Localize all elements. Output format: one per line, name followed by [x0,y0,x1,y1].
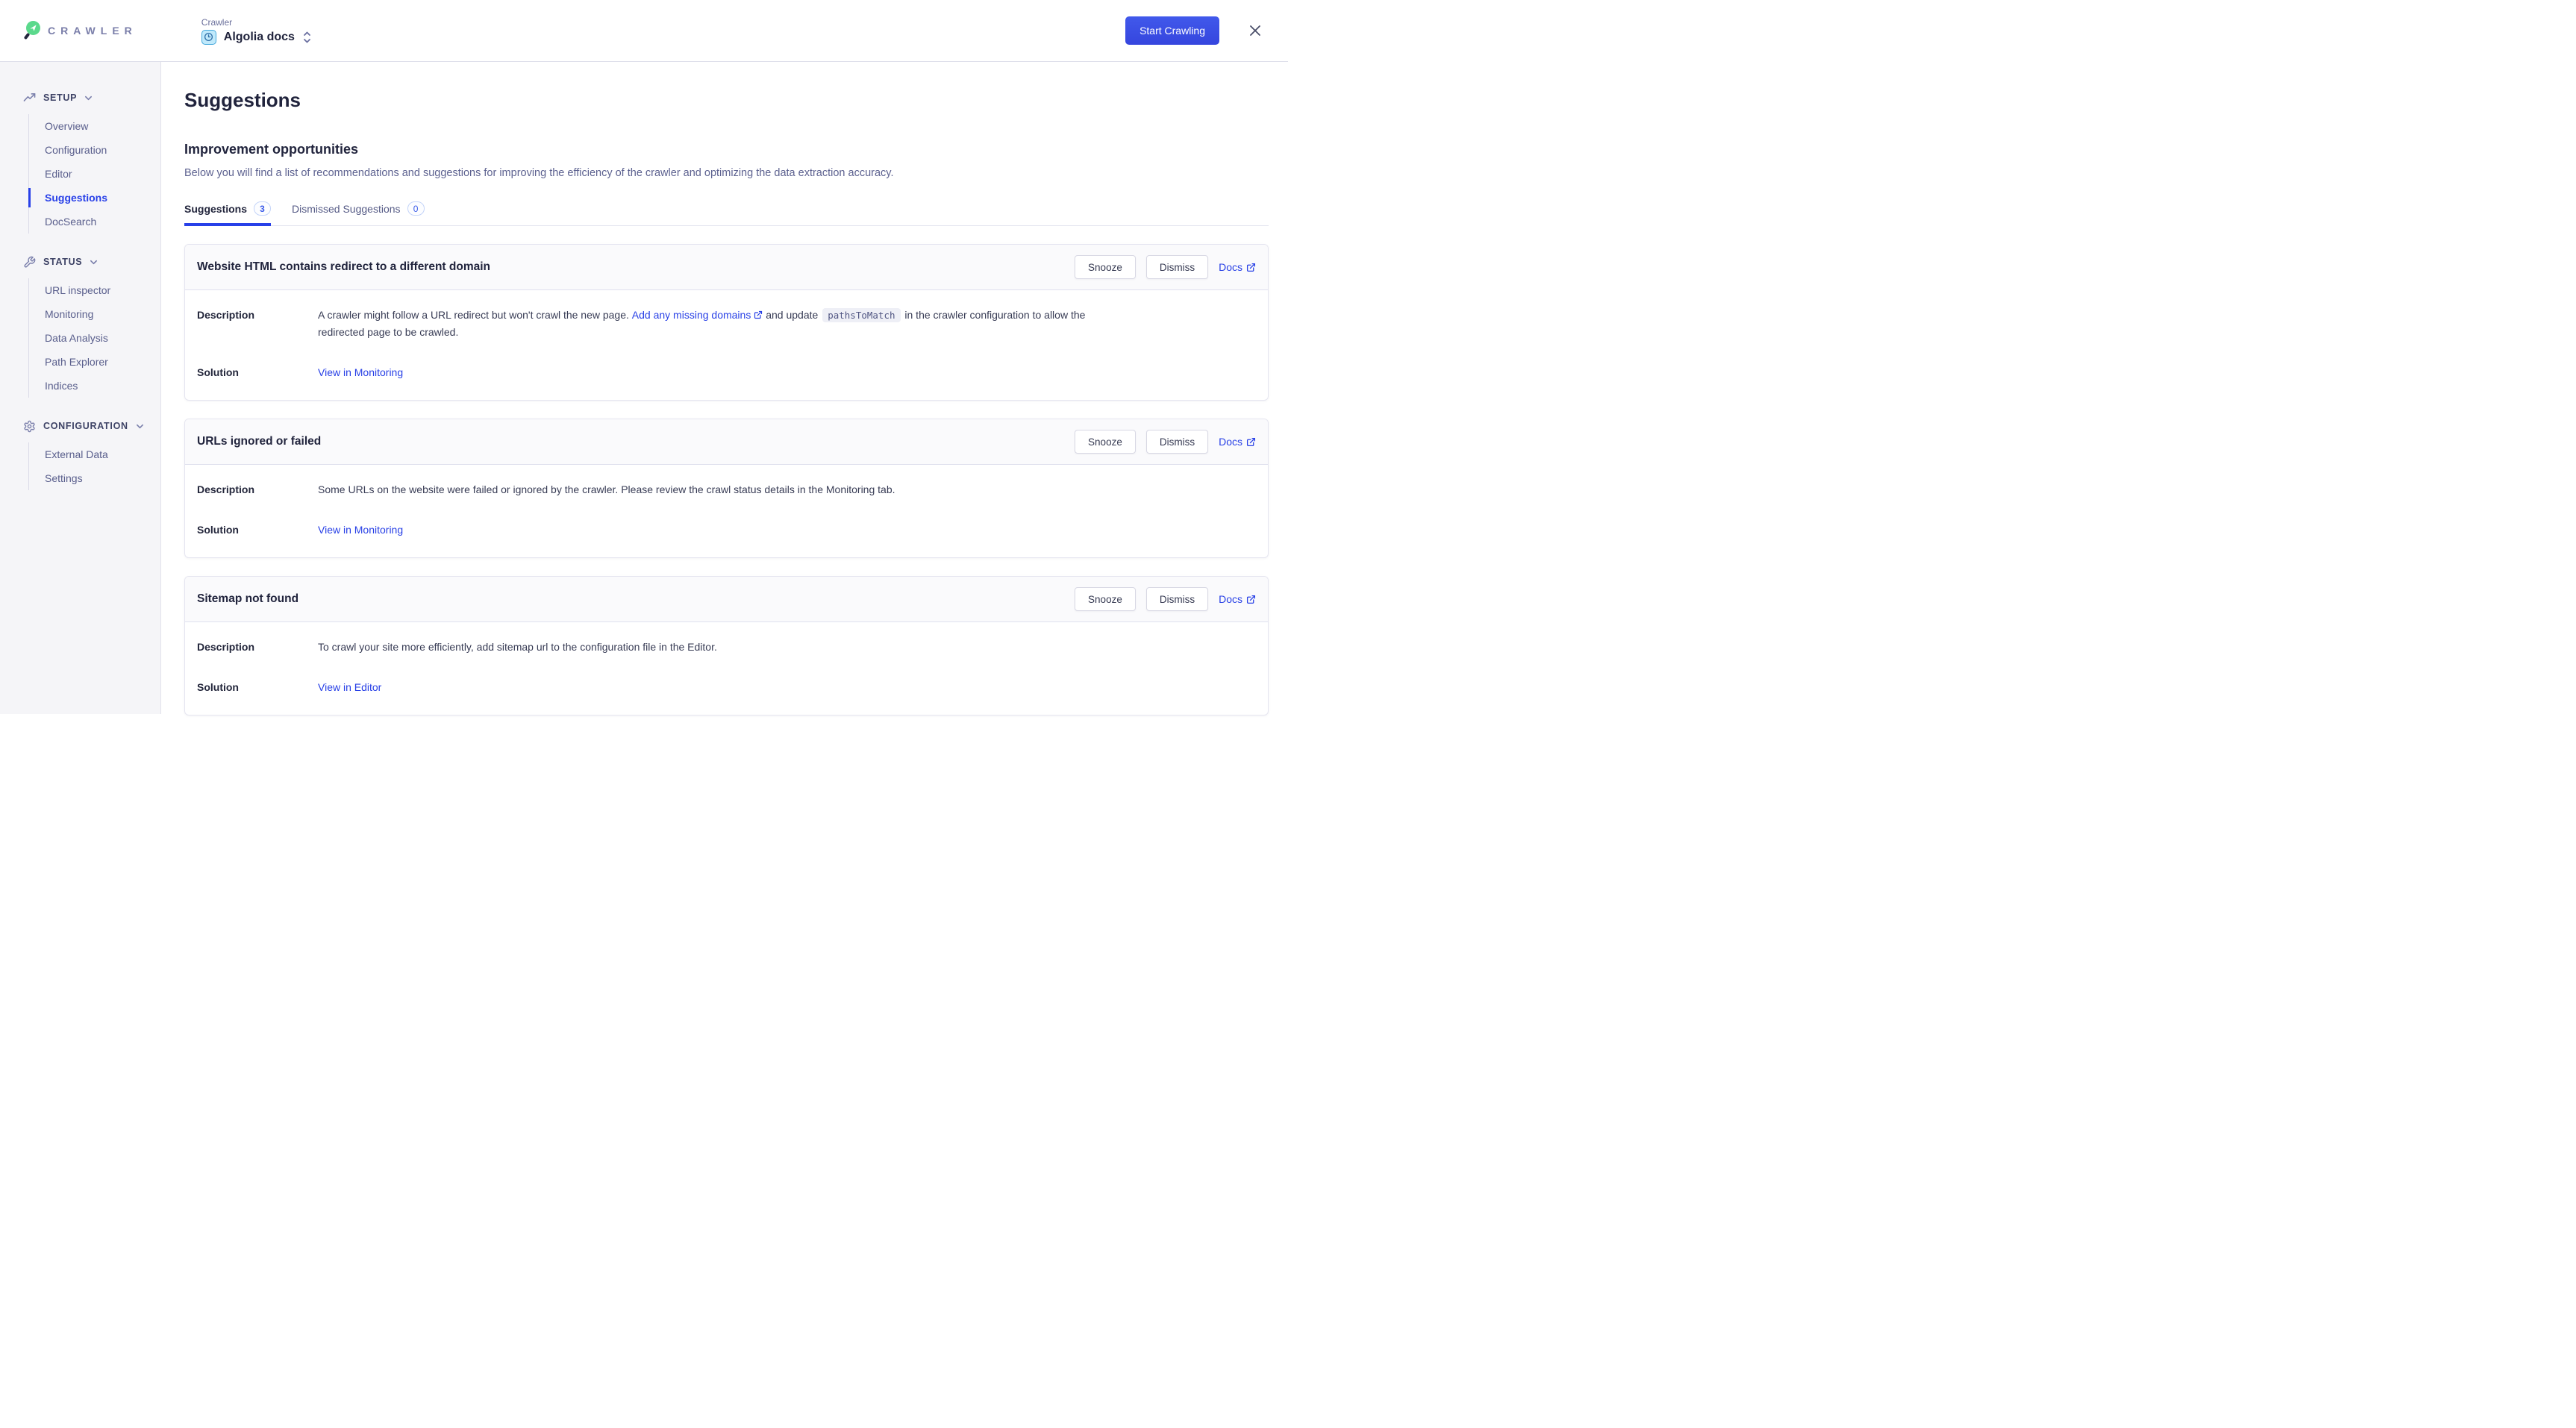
snooze-button[interactable]: Snooze [1075,255,1136,279]
wrench-icon [23,256,36,269]
page-title: Suggestions [184,89,1269,112]
sidebar-section-setup: SETUP Overview Configuration Editor Sugg… [0,89,160,234]
start-crawling-button[interactable]: Start Crawling [1125,16,1219,45]
sidebar-section-status: STATUS URL inspector Monitoring Data Ana… [0,253,160,398]
sidebar-section-title: CONFIGURATION [43,421,128,431]
tab-label: Suggestions [184,203,247,215]
sidebar-section-configuration-header[interactable]: CONFIGURATION [0,417,160,435]
external-link-icon [1246,437,1256,447]
crawler-app: CRAWLER Crawler Algolia docs Start Cra [0,0,1288,714]
improvement-opportunities-title: Improvement opportunities [184,142,1269,157]
logo-wordmark: CRAWLER [48,25,137,37]
snooze-button[interactable]: Snooze [1075,587,1136,611]
description-label: Description [197,481,318,498]
sidebar-item-url-inspector[interactable]: URL inspector [45,278,160,302]
docs-link[interactable]: Docs [1219,593,1256,605]
sidebar-section-setup-header[interactable]: SETUP [0,89,160,107]
sidebar-item-docsearch[interactable]: DocSearch [45,210,160,234]
sidebar-section-configuration: CONFIGURATION External Data Settings [0,417,160,490]
selected-crawler-name: Algolia docs [224,31,295,44]
close-icon [1249,25,1261,37]
description-label: Description [197,639,318,655]
sidebar-item-path-explorer[interactable]: Path Explorer [45,350,160,374]
chevron-down-icon [90,258,98,266]
external-link-icon [1246,595,1256,604]
tab-label: Dismissed Suggestions [292,203,401,215]
external-link-icon [754,310,763,319]
add-missing-domains-link[interactable]: Add any missing domains [632,307,763,323]
description-text: To crawl your site more efficiently, add… [318,639,1101,655]
crawler-selector-label: Crawler [201,17,312,28]
sidebar-item-overview[interactable]: Overview [45,114,160,138]
sidebar-item-suggestions[interactable]: Suggestions [45,186,160,210]
crawler-pin-icon [24,21,40,40]
close-button[interactable] [1248,23,1263,38]
crawler-logo[interactable]: CRAWLER [24,21,137,40]
suggestion-card-redirect: Website HTML contains redirect to a diff… [184,244,1269,401]
card-title: URLs ignored or failed [197,435,321,448]
suggestion-card-urls-ignored: URLs ignored or failed Snooze Dismiss Do… [184,419,1269,558]
select-chevrons-icon [302,30,312,45]
section-description: Below you will find a list of recommenda… [184,167,1269,179]
card-title: Sitemap not found [197,592,298,606]
view-in-monitoring-link[interactable]: View in Monitoring [318,522,403,538]
solution-label: Solution [197,679,318,695]
solution-label: Solution [197,364,318,381]
sidebar-item-indices[interactable]: Indices [45,374,160,398]
docs-link[interactable]: Docs [1219,436,1256,448]
suggestion-card-sitemap: Sitemap not found Snooze Dismiss Docs [184,576,1269,715]
sidebar-item-external-data[interactable]: External Data [45,442,160,466]
description-text: A crawler might follow a URL redirect bu… [318,307,1101,340]
gear-icon [23,420,36,433]
main-content: Suggestions Improvement opportunities Be… [161,62,1288,714]
dismiss-button[interactable]: Dismiss [1146,430,1208,454]
sidebar-item-monitoring[interactable]: Monitoring [45,302,160,326]
sidebar-section-title: STATUS [43,257,82,267]
solution-label: Solution [197,522,318,538]
dismiss-button[interactable]: Dismiss [1146,255,1208,279]
sidebar-section-title: SETUP [43,93,77,103]
paths-to-match-code: pathsToMatch [822,308,900,322]
suggestions-tabbar: Suggestions 3 Dismissed Suggestions 0 [184,201,1269,226]
docs-link[interactable]: Docs [1219,261,1256,273]
snooze-button[interactable]: Snooze [1075,430,1136,454]
clock-icon [201,30,216,45]
sidebar-item-configuration[interactable]: Configuration [45,138,160,162]
chevron-down-icon [136,422,144,430]
external-link-icon [1246,263,1256,272]
top-header: CRAWLER Crawler Algolia docs Start Cra [0,0,1288,62]
trending-up-icon [23,92,36,104]
sidebar-section-status-header[interactable]: STATUS [0,253,160,271]
view-in-monitoring-link[interactable]: View in Monitoring [318,364,403,381]
tab-count-badge: 3 [254,201,271,216]
tab-suggestions[interactable]: Suggestions 3 [184,201,271,225]
dismiss-button[interactable]: Dismiss [1146,587,1208,611]
chevron-down-icon [84,94,93,102]
tab-count-badge: 0 [407,201,425,216]
sidebar-item-editor[interactable]: Editor [45,162,160,186]
description-text: Some URLs on the website were failed or … [318,481,1101,498]
tab-dismissed-suggestions[interactable]: Dismissed Suggestions 0 [292,201,425,225]
sidebar-item-settings[interactable]: Settings [45,466,160,490]
sidebar-item-data-analysis[interactable]: Data Analysis [45,326,160,350]
sidebar: SETUP Overview Configuration Editor Sugg… [0,62,161,714]
view-in-editor-link[interactable]: View in Editor [318,679,381,695]
card-title: Website HTML contains redirect to a diff… [197,260,490,274]
crawler-selector[interactable]: Crawler Algolia docs [201,17,312,45]
description-label: Description [197,307,318,340]
